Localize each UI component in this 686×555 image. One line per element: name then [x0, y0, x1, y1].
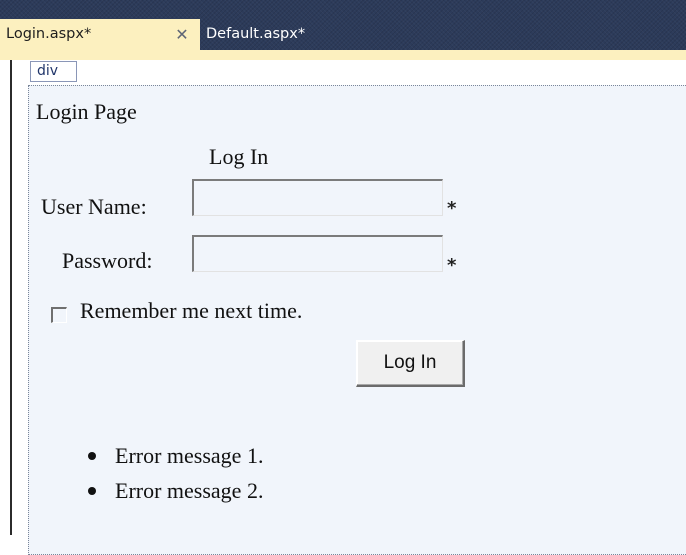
page-title: Login Page	[36, 99, 137, 124]
username-label: User Name:	[41, 194, 147, 219]
tab-login-aspx[interactable]: Login.aspx* ✕	[0, 19, 200, 50]
remember-me-label: Remember me next time.	[80, 298, 303, 323]
password-field[interactable]	[192, 235, 443, 272]
tab-default-aspx-label: Default.aspx*	[206, 26, 306, 42]
password-label: Password:	[62, 248, 153, 273]
active-tab-underline	[0, 50, 686, 60]
tab-login-aspx-label: Login.aspx*	[6, 26, 92, 42]
tab-default-aspx[interactable]: Default.aspx*	[200, 19, 356, 50]
username-required-marker: *	[447, 198, 457, 219]
error-message: Error message 1.	[115, 443, 264, 468]
document-tab-strip: Login.aspx* ✕ Default.aspx*	[0, 0, 686, 60]
bullet-icon	[88, 487, 96, 495]
error-list: Error message 1. Error message 2.	[86, 441, 263, 511]
div-tag-label[interactable]: div	[30, 61, 77, 82]
login-button[interactable]: Log In	[356, 340, 465, 387]
list-item: Error message 1.	[86, 441, 263, 476]
bullet-icon	[88, 452, 96, 460]
error-message: Error message 2.	[115, 478, 264, 503]
remember-me-checkbox[interactable]	[51, 307, 67, 323]
username-field[interactable]	[192, 179, 443, 216]
password-required-marker: *	[447, 255, 457, 276]
close-icon[interactable]: ✕	[172, 19, 192, 50]
list-item: Error message 2.	[86, 476, 263, 511]
surface-left-border	[10, 60, 12, 535]
login-control-title: Log In	[209, 144, 269, 169]
